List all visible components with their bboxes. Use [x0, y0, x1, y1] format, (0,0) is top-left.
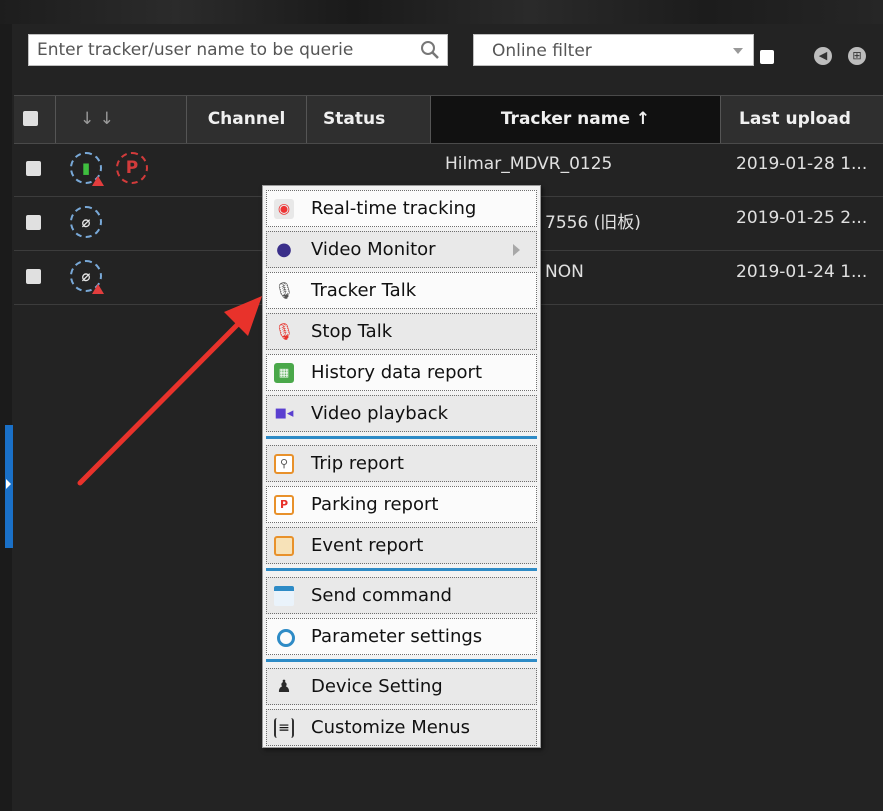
menu-separator — [266, 568, 537, 571]
header-select-all[interactable] — [14, 96, 56, 143]
menu-item-label: Device Setting — [311, 676, 443, 697]
last-upload: 2019-01-24 1... — [736, 262, 868, 282]
parking-p-icon: P — [125, 158, 139, 178]
menu-item-label: Video Monitor — [311, 239, 436, 260]
offline-status-icon: ⌀ — [70, 206, 102, 238]
video-monitor-icon: ● — [276, 239, 292, 260]
menu-item-label: Trip report — [311, 453, 404, 474]
menu-item-label: Tracker Talk — [311, 280, 417, 301]
menu-item-label: Real-time tracking — [311, 198, 477, 219]
prev-circle-icon[interactable]: ◀ — [814, 47, 832, 65]
warning-icon — [92, 284, 104, 294]
menu-item-video-playback[interactable]: ■◂ Video playback — [266, 395, 537, 432]
tracker-name: 7556 (旧板) — [545, 213, 641, 233]
menu-item-real-time-tracking[interactable]: ◉ Real-time tracking — [266, 190, 537, 227]
top-banner-strip — [0, 0, 883, 24]
signal-status-icon: ▮ — [70, 152, 104, 186]
tracker-name: Hilmar_MDVR_0125 — [445, 154, 613, 174]
row-checkbox[interactable] — [26, 269, 41, 284]
header-sort-columns[interactable]: ↓ ↓ — [56, 96, 187, 143]
submenu-arrow-icon — [513, 244, 520, 256]
select-all-checkbox[interactable] — [23, 111, 38, 126]
menu-item-tracker-talk[interactable]: 🎙 Tracker Talk — [266, 272, 537, 309]
menu-item-label: Parking report — [311, 494, 439, 515]
map-report-icon: ▦ — [274, 363, 294, 383]
menu-item-event-report[interactable]: Event report — [266, 527, 537, 564]
header-status-label: Status — [323, 109, 386, 129]
menu-item-history-data-report[interactable]: ▦ History data report — [266, 354, 537, 391]
parking-status-icon: P — [116, 152, 148, 184]
left-panel-edge — [0, 24, 12, 811]
person-device-icon: ♟ — [276, 677, 292, 697]
row-checkbox[interactable] — [26, 215, 41, 230]
menu-item-label: History data report — [311, 362, 482, 383]
header-last-upload[interactable]: Last upload — [721, 96, 883, 143]
microphone-icon: 🎙 — [274, 281, 295, 300]
menu-item-stop-talk[interactable]: 🎙 Stop Talk — [266, 313, 537, 350]
menu-item-label: Video playback — [311, 403, 449, 424]
warning-icon — [92, 176, 104, 186]
last-upload: 2019-01-28 1... — [736, 154, 868, 174]
video-camera-icon: ■◂ — [274, 406, 294, 421]
tracker-name: NON — [545, 262, 584, 282]
last-upload: 2019-01-25 2... — [736, 208, 868, 228]
header-tracker-name[interactable]: Tracker name ↑ — [431, 96, 721, 143]
menu-item-label: Stop Talk — [311, 321, 393, 342]
circle-settings-icon — [277, 629, 295, 647]
parking-report-icon: P — [274, 495, 294, 515]
header-channel[interactable]: Channel — [187, 96, 307, 143]
search-input[interactable] — [29, 35, 425, 65]
toolbar-checkbox[interactable] — [760, 50, 774, 64]
menu-item-trip-report[interactable]: ⚲ Trip report — [266, 445, 537, 482]
header-last-upload-label: Last upload — [739, 109, 851, 129]
tree-view-icon[interactable]: ⊞ — [848, 47, 866, 65]
menu-item-device-setting[interactable]: ♟ Device Setting — [266, 668, 537, 705]
menu-item-label: Parameter settings — [311, 626, 483, 647]
menu-item-video-monitor[interactable]: ● Video Monitor — [266, 231, 537, 268]
menu-separator — [266, 436, 537, 439]
list-menu-icon: ≡ — [274, 718, 294, 738]
menu-item-label: Event report — [311, 535, 424, 556]
header-tracker-name-label: Tracker name ↑ — [500, 109, 651, 129]
command-window-icon — [274, 586, 294, 606]
menu-item-send-command[interactable]: Send command — [266, 577, 537, 614]
menu-item-customize-menus[interactable]: ≡ Customize Menus — [266, 709, 537, 746]
microphone-stop-icon: 🎙 — [274, 322, 295, 341]
table-header: ↓ ↓ Channel Status Tracker name ↑ Last u… — [14, 95, 883, 144]
sort-arrows[interactable]: ↓ ↓ — [80, 109, 114, 129]
trip-report-icon: ⚲ — [274, 454, 294, 474]
menu-item-parking-report[interactable]: P Parking report — [266, 486, 537, 523]
map-pin-icon: ◉ — [274, 199, 294, 219]
offline-status-icon: ⌀ — [70, 260, 104, 294]
header-status[interactable]: Status — [307, 96, 431, 143]
online-filter-select[interactable]: Online filter — [473, 34, 754, 66]
row-checkbox[interactable] — [26, 161, 41, 176]
menu-item-label: Customize Menus — [311, 717, 471, 738]
menu-item-label: Send command — [311, 585, 452, 606]
annotation-arrow-shaft — [77, 319, 243, 486]
context-menu: ◉ Real-time tracking ● Video Monitor 🎙 T… — [262, 185, 541, 748]
chevron-down-icon[interactable] — [733, 48, 743, 54]
online-filter-value: Online filter — [492, 41, 592, 61]
search-input-box[interactable] — [28, 34, 448, 66]
search-icon[interactable] — [419, 39, 441, 61]
event-report-icon — [274, 536, 294, 556]
menu-separator — [266, 659, 537, 662]
menu-item-parameter-settings[interactable]: Parameter settings — [266, 618, 537, 655]
no-signal-icon: ⌀ — [81, 213, 91, 231]
header-channel-label: Channel — [207, 109, 286, 129]
collapse-panel-handle[interactable] — [5, 425, 13, 548]
